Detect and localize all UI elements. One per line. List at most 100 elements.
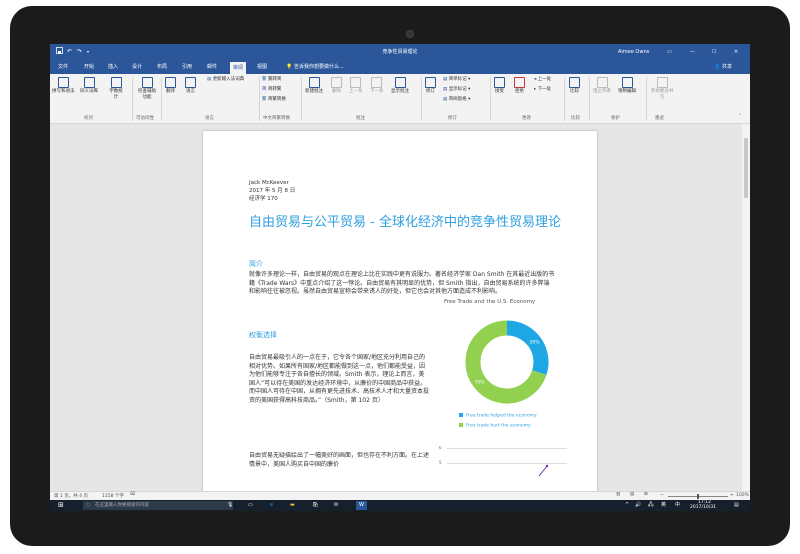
- ribbon-display-button[interactable]: ▭: [667, 48, 672, 56]
- volume-icon[interactable]: 🔊: [635, 501, 641, 510]
- tab-design[interactable]: 设计: [132, 63, 142, 71]
- collapse-ribbon-icon[interactable]: ⌃: [738, 114, 742, 119]
- document-date: 2017 年 5 月 8 日: [249, 188, 296, 194]
- tab-references[interactable]: 引用: [182, 63, 192, 71]
- group-language: 语言: [205, 116, 214, 121]
- donut-slice-0: [506, 320, 549, 375]
- show-comments-button[interactable]: 显示批注: [391, 77, 409, 95]
- group-proofing: 校对: [84, 116, 93, 121]
- web-layout-icon[interactable]: ⊞: [644, 492, 648, 497]
- tell-me-box[interactable]: 告诉我你想要做什么...: [294, 63, 344, 71]
- close-button[interactable]: ✕: [734, 48, 738, 56]
- tab-home[interactable]: 开始: [84, 63, 94, 71]
- language-indicator[interactable]: 英: [661, 501, 666, 510]
- zoom-in-button[interactable]: +: [730, 493, 734, 498]
- next-comment-button[interactable]: 下一条: [370, 77, 384, 95]
- line-chart-partial: 6 5: [439, 446, 569, 491]
- zoom-slider[interactable]: [668, 494, 728, 499]
- accept-button[interactable]: 接受: [494, 77, 505, 95]
- trad-to-simp-button[interactable]: 繁 繁转简: [262, 77, 281, 83]
- word-count-button[interactable]: 字数统计: [108, 77, 124, 101]
- compare-button[interactable]: 比较: [569, 77, 580, 95]
- zoom-out-button[interactable]: −: [660, 493, 664, 498]
- reject-button[interactable]: 拒绝: [514, 77, 525, 95]
- legend-item-helped: Free trade helped the economy: [459, 413, 537, 419]
- tab-review[interactable]: 审阅: [230, 62, 247, 74]
- windows-start-icon[interactable]: ⊞: [58, 501, 64, 510]
- tab-file[interactable]: 文件: [58, 63, 68, 71]
- page-count[interactable]: 第 1 页，共 4 页: [54, 493, 88, 499]
- spellcheck-button[interactable]: 拼写和语法: [52, 77, 75, 95]
- read-mode-icon[interactable]: ▥: [616, 492, 620, 497]
- track-changes-button[interactable]: 修订: [425, 77, 436, 95]
- section-heading-intro: 简介: [249, 260, 263, 268]
- tab-insert[interactable]: 插入: [108, 63, 118, 71]
- language-button[interactable]: 语言: [185, 77, 196, 95]
- accept-icon: [494, 77, 505, 88]
- group-compare: 比较: [571, 116, 580, 121]
- track-changes-icon: [425, 77, 436, 88]
- reject-icon: [514, 77, 525, 88]
- network-icon[interactable]: 🖧: [648, 501, 654, 510]
- zoom-slider-thumb[interactable]: [697, 494, 699, 499]
- mail-icon[interactable]: ✉: [334, 501, 338, 510]
- delete-comment-button[interactable]: 删除: [331, 77, 342, 95]
- taskbar-search[interactable]: ○ 在这里输入你要搜索的内容: [83, 501, 233, 510]
- convert-button[interactable]: 繁 简繁转换: [262, 97, 286, 103]
- user-name[interactable]: Aimee Owns: [618, 48, 649, 56]
- show-comments-icon: [394, 77, 406, 88]
- tray-chevron-icon[interactable]: ^: [625, 501, 629, 510]
- translate-button[interactable]: 翻译: [165, 77, 176, 95]
- word-app-icon[interactable]: W: [356, 501, 367, 510]
- restrict-editing-button[interactable]: 限制编辑: [618, 77, 636, 95]
- ink-button[interactable]: 开始墨迹书写: [650, 77, 674, 101]
- cortana-icon: ○: [86, 503, 90, 508]
- notifications-icon[interactable]: ▤: [734, 501, 739, 510]
- ime-dictionary-button[interactable]: ▤ 更新输入法词典: [207, 77, 244, 83]
- compare-icon: [569, 77, 580, 88]
- ribbon: 拼写和语法 同义词库 字数统计 检查辅助功能 翻译 语言 ▤ 更新输入法词典 繁…: [50, 74, 750, 124]
- review-pane-button[interactable]: ▤ 审阅窗格 ▾: [443, 97, 470, 103]
- file-explorer-icon[interactable]: ▬: [290, 501, 295, 510]
- simp-to-trad-button[interactable]: 简 简转繁: [262, 87, 281, 93]
- document-heading: 自由贸易与公平贸易 - 全球化经济中的竞争性贸易理论: [249, 215, 561, 230]
- ribbon-tabs: 文件 开始 插入 设计 布局 引用 邮件 审阅 视图 💡 告诉我你想要做什么..…: [50, 60, 750, 74]
- thesaurus-button[interactable]: 同义词库: [80, 77, 98, 95]
- share-icon[interactable]: 👤: [714, 63, 720, 71]
- previous-change-button[interactable]: ◂ 上一处: [534, 77, 551, 83]
- new-comment-button[interactable]: 新建批注: [305, 77, 323, 95]
- edge-icon[interactable]: e: [270, 501, 273, 510]
- word-count[interactable]: 1158 个字: [102, 493, 124, 499]
- minimize-button[interactable]: —: [690, 48, 695, 56]
- camera: [406, 30, 414, 38]
- previous-comment-button[interactable]: 上一条: [349, 77, 363, 95]
- zoom-level[interactable]: 100%: [736, 493, 749, 498]
- status-bar: 第 1 页，共 4 页 1158 个字 ⌧ ▥ ▤ ⊞ − + 100%: [50, 491, 750, 500]
- share-button[interactable]: 共享: [722, 63, 732, 71]
- vertical-scrollbar[interactable]: [742, 124, 750, 491]
- next-change-button[interactable]: ▸ 下一处: [534, 87, 551, 93]
- legend-item-hurt: Free trade hurt the economy: [459, 423, 531, 429]
- tab-layout[interactable]: 布局: [157, 63, 167, 71]
- ink-icon: [656, 77, 668, 88]
- document-page[interactable]: Jack McKeever 2017 年 5 月 8 日 经济学 170 自由贸…: [203, 131, 597, 491]
- store-icon[interactable]: 🛍: [312, 501, 318, 510]
- show-markup-button[interactable]: ▤ 显示标记 ▾: [443, 87, 470, 93]
- clock-date[interactable]: 2017/10/31: [690, 505, 716, 510]
- block-authors-button[interactable]: 阻止作者: [593, 77, 611, 95]
- proofing-status-icon[interactable]: ⌧: [130, 492, 135, 497]
- tradeoffs-paragraph: 自由贸易最吸引人的一点在于，它令各个国家/地区充分利用自己的相对优势。如果所有国…: [249, 354, 430, 404]
- tab-mailings[interactable]: 邮件: [207, 63, 217, 71]
- legend-swatch-hurt: [459, 423, 463, 427]
- markup-dropdown[interactable]: ▤ 简单标记 ▾: [443, 77, 470, 83]
- accessibility-icon: [141, 77, 153, 88]
- accessibility-button[interactable]: 检查辅助功能: [136, 77, 158, 101]
- closing-paragraph: 自由贸易无疑描绘出了一幅美好的画面，但也存在不利方面。在上述情景中，美国人购买自…: [249, 452, 429, 468]
- task-view-icon[interactable]: ▭: [248, 501, 253, 510]
- tab-view[interactable]: 视图: [257, 63, 267, 71]
- ime-indicator[interactable]: 中: [675, 501, 680, 510]
- scroll-thumb[interactable]: [744, 138, 748, 198]
- microphone-icon[interactable]: 🎙: [227, 501, 233, 510]
- print-layout-icon[interactable]: ▤: [630, 492, 634, 497]
- maximize-button[interactable]: ☐: [712, 48, 716, 56]
